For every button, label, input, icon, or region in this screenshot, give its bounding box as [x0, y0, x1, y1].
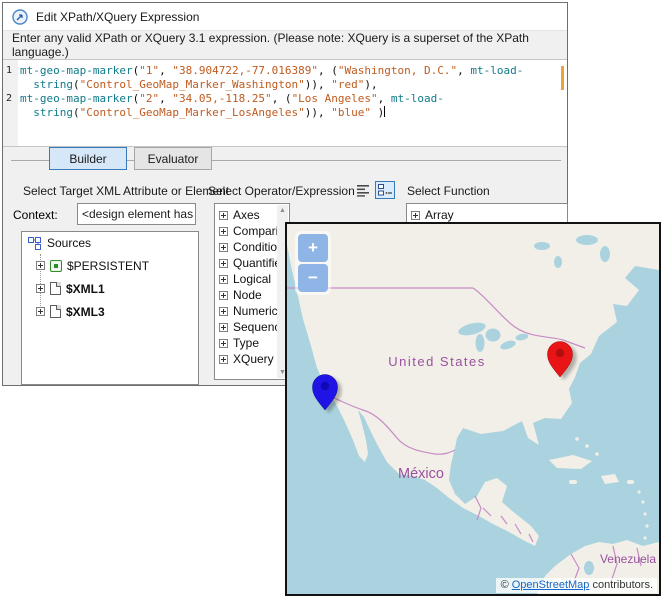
label-united-states: United States [388, 354, 486, 369]
expand-icon[interactable] [219, 227, 228, 236]
sources-items: $PERSISTENT$XML1$XML3 [22, 254, 198, 323]
lake-maracaibo [584, 561, 594, 575]
source-item[interactable]: $XML1 [22, 277, 198, 300]
section-target-label: Select Target XML Attribute or Element [23, 184, 229, 198]
expand-icon[interactable] [219, 355, 228, 364]
xpath-expression-editor[interactable]: 1mt-geo-map-marker("1", "38.904722,-77.0… [3, 59, 567, 147]
tab-builder[interactable]: Builder [49, 147, 127, 170]
expand-icon[interactable] [219, 259, 228, 268]
sources-icon [28, 237, 41, 250]
attribution-suffix: contributors. [592, 579, 653, 591]
dialog-titlebar: Edit XPath/XQuery Expression [3, 3, 567, 30]
map-canvas: United States México Venezuela [287, 224, 659, 594]
sources-tree[interactable]: Sources $PERSISTENT$XML1$XML3 [21, 231, 199, 385]
expand-icon[interactable] [219, 291, 228, 300]
section-function-label: Select Function [407, 184, 490, 198]
expand-icon[interactable] [219, 275, 228, 284]
expand-icon[interactable] [219, 339, 228, 348]
expand-icon[interactable] [219, 307, 228, 316]
openstreetmap-link[interactable]: OpenStreetMap [512, 579, 590, 591]
expand-icon[interactable] [411, 211, 420, 220]
code-line: string("Control_GeoMap_Marker_Washington… [3, 78, 567, 92]
label-venezuela: Venezuela [600, 552, 656, 566]
expand-icon[interactable] [36, 307, 45, 316]
operator-listbox[interactable]: AxesComparisonConditionalQuantified,Logi… [214, 203, 290, 380]
function-list: Array [407, 204, 567, 223]
function-category[interactable]: Array [407, 207, 567, 223]
code-line: string("Control_GeoMap_Marker_LosAngeles… [3, 106, 567, 120]
sources-root[interactable]: Sources [22, 232, 198, 254]
section-operator-label: Select Operator/Expression [208, 184, 355, 198]
expand-icon[interactable] [36, 284, 45, 293]
geo-map[interactable]: United States México Venezuela + − © Ope… [285, 222, 661, 596]
xpath-dialog-icon [12, 9, 28, 25]
flat-view-icon[interactable] [356, 183, 371, 202]
info-bar: Enter any valid XPath or XQuery 3.1 expr… [3, 30, 567, 59]
info-text: Enter any valid XPath or XQuery 3.1 expr… [12, 31, 567, 59]
code-line: 1mt-geo-map-marker("1", "38.904722,-77.0… [3, 64, 567, 78]
zoom-out-button[interactable]: − [298, 264, 328, 292]
label-mexico: México [398, 466, 444, 482]
expand-icon[interactable] [219, 243, 228, 252]
map-zoom-control: + − [295, 231, 331, 295]
expand-icon[interactable] [219, 323, 228, 332]
sources-root-label: Sources [47, 236, 91, 250]
caribbean-islands [549, 437, 654, 557]
hierarchical-view-icon[interactable] [375, 181, 395, 199]
map-attribution: © OpenStreetMap contributors. [496, 578, 657, 593]
persistent-icon [50, 260, 62, 272]
expand-icon[interactable] [219, 211, 228, 220]
scroll-up-icon[interactable]: ▲ [277, 205, 288, 216]
document-icon [50, 282, 61, 295]
context-field[interactable]: <design element has no [77, 203, 196, 225]
code-line: 2mt-geo-map-marker("2", "34.05,-118.25",… [3, 92, 567, 106]
zoom-in-button[interactable]: + [298, 234, 328, 262]
expand-icon[interactable] [36, 261, 45, 270]
context-label: Context: [13, 208, 58, 222]
document-icon [50, 305, 61, 318]
text-cursor [384, 106, 385, 117]
code-area: 1mt-geo-map-marker("1", "38.904722,-77.0… [3, 64, 567, 120]
north-america-landmass [287, 224, 659, 546]
copyright-symbol: © [501, 579, 509, 591]
tab-evaluator[interactable]: Evaluator [134, 147, 212, 170]
dialog-title: Edit XPath/XQuery Expression [36, 10, 199, 24]
source-item[interactable]: $PERSISTENT [22, 254, 198, 277]
modified-lines-marker [561, 66, 564, 90]
source-item[interactable]: $XML3 [22, 300, 198, 323]
